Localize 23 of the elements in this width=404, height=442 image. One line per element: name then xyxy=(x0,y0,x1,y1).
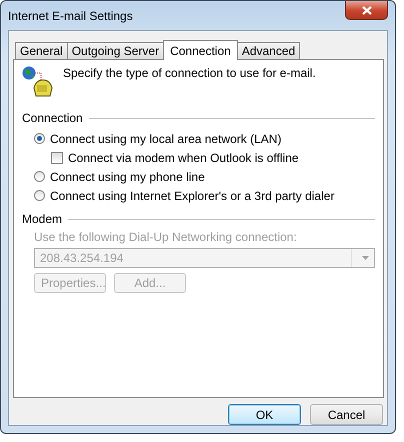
close-icon xyxy=(362,6,372,14)
tab[interactable]: General xyxy=(15,42,68,59)
close-button[interactable] xyxy=(345,1,388,20)
instruction-text: Specify the type of connection to use for e-mail. xyxy=(63,66,316,80)
radio-button[interactable] xyxy=(34,133,45,144)
group-label: Connection xyxy=(22,111,83,125)
option-label: Connect using my local area network (LAN) xyxy=(50,132,282,146)
group-label: Modem xyxy=(22,212,62,226)
tab[interactable]: Connection xyxy=(163,40,238,60)
checkbox[interactable] xyxy=(51,152,63,164)
option-label: Connect using my phone line xyxy=(50,170,205,184)
dialog-button[interactable]: OK xyxy=(228,404,301,425)
tab[interactable]: Advanced xyxy=(236,42,300,59)
globe-phone-icon xyxy=(22,66,54,98)
dialog-button[interactable]: Cancel xyxy=(310,404,383,425)
option-label: Connect via modem when Outlook is offline xyxy=(68,150,299,164)
field-label: Use the following Dial-Up Networking connection: xyxy=(34,230,298,245)
radio-button[interactable] xyxy=(34,171,45,182)
dropdown-arrow-icon xyxy=(362,256,369,260)
radio-button[interactable] xyxy=(34,190,45,201)
option-label: Connect using Internet Explorer's or a 3rd party dialer xyxy=(50,188,334,202)
tab[interactable]: Outgoing Server xyxy=(66,42,164,59)
window-title: Internet E-mail Settings xyxy=(8,8,133,22)
